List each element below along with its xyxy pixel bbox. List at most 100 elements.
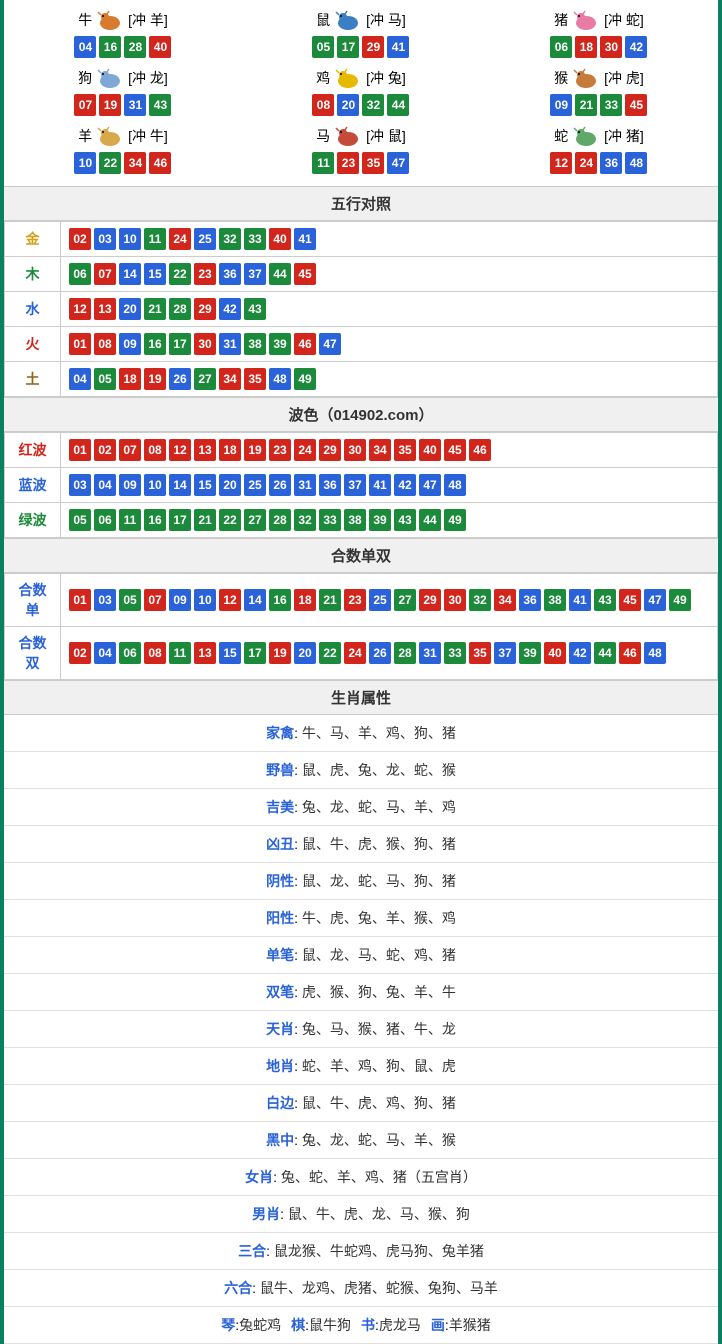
row-label: 木 xyxy=(5,257,61,292)
row-balls: 0204060811131517192022242628313335373940… xyxy=(61,627,718,680)
zodiac-clash: [冲 鼠] xyxy=(366,126,406,146)
number-ball: 11 xyxy=(119,509,141,531)
zodiac-name: 马 xyxy=(316,126,330,146)
attribute-row: 阳性: 牛、虎、兔、羊、猴、鸡 xyxy=(4,900,718,937)
number-ball: 15 xyxy=(219,642,241,664)
zodiac-cell: 猴[冲 虎]09213345 xyxy=(480,62,718,120)
number-ball: 05 xyxy=(119,589,141,611)
zodiac-head: 狗[冲 龙] xyxy=(78,66,168,90)
number-ball: 06 xyxy=(119,642,141,664)
number-ball: 38 xyxy=(344,509,366,531)
number-ball: 29 xyxy=(362,36,384,58)
number-ball: 36 xyxy=(600,152,622,174)
zodiac-cell: 鼠[冲 马]05172941 xyxy=(242,4,480,62)
zodiac-name: 鼠 xyxy=(316,10,330,30)
number-ball: 41 xyxy=(369,474,391,496)
zodiac-name: 猪 xyxy=(554,10,568,30)
attribute-label: 白边 xyxy=(266,1095,294,1111)
table-row: 水1213202128294243 xyxy=(5,292,718,327)
attribute-list: 家禽: 牛、马、羊、鸡、狗、猪野兽: 鼠、虎、兔、龙、蛇、猴吉美: 兔、龙、蛇、… xyxy=(4,715,718,1307)
number-ball: 33 xyxy=(244,228,266,250)
number-ball: 34 xyxy=(124,152,146,174)
wuxing-table: 金02031011242532334041木060714152223363744… xyxy=(4,221,718,397)
number-ball: 31 xyxy=(419,642,441,664)
number-ball: 14 xyxy=(169,474,191,496)
row-balls: 05061116172122272832333839434449 xyxy=(61,503,718,538)
number-ball: 26 xyxy=(369,642,391,664)
zodiac-cell: 羊[冲 牛]10223446 xyxy=(4,120,242,178)
number-ball: 45 xyxy=(444,439,466,461)
row-label: 绿波 xyxy=(5,503,61,538)
four-arts-value: 羊猴猪 xyxy=(449,1317,491,1333)
number-ball: 46 xyxy=(149,152,171,174)
number-ball: 10 xyxy=(194,589,216,611)
number-ball: 42 xyxy=(625,36,647,58)
ball-row: 1213202128294243 xyxy=(69,298,709,320)
attribute-row: 地肖: 蛇、羊、鸡、狗、鼠、虎 xyxy=(4,1048,718,1085)
number-ball: 35 xyxy=(244,368,266,390)
number-ball: 06 xyxy=(94,509,116,531)
zodiac-clash: [冲 龙] xyxy=(128,68,168,88)
number-ball: 22 xyxy=(99,152,121,174)
attribute-value: 鼠、牛、虎、鸡、狗、猪 xyxy=(302,1095,456,1111)
number-ball: 33 xyxy=(444,642,466,664)
attribute-row: 单笔: 鼠、龙、马、蛇、鸡、猪 xyxy=(4,937,718,974)
attribute-label: 男肖 xyxy=(252,1206,280,1222)
number-ball: 18 xyxy=(294,589,316,611)
number-ball: 40 xyxy=(544,642,566,664)
attribute-label: 女肖 xyxy=(245,1169,273,1185)
number-ball: 03 xyxy=(69,474,91,496)
number-ball: 28 xyxy=(169,298,191,320)
number-ball: 44 xyxy=(387,94,409,116)
number-ball: 46 xyxy=(469,439,491,461)
number-ball: 16 xyxy=(144,333,166,355)
ball-row: 0108091617303138394647 xyxy=(69,333,709,355)
four-arts-label: 棋 xyxy=(291,1317,305,1333)
attribute-row: 三合: 鼠龙猴、牛蛇鸡、虎马狗、兔羊猪 xyxy=(4,1233,718,1270)
four-arts-label: 画 xyxy=(431,1317,445,1333)
number-ball: 25 xyxy=(194,228,216,250)
row-label: 火 xyxy=(5,327,61,362)
number-ball: 26 xyxy=(269,474,291,496)
zodiac-cell: 蛇[冲 猪]12243648 xyxy=(480,120,718,178)
number-ball: 17 xyxy=(337,36,359,58)
number-ball: 43 xyxy=(149,94,171,116)
number-ball: 13 xyxy=(94,298,116,320)
number-ball: 10 xyxy=(119,228,141,250)
number-ball: 06 xyxy=(69,263,91,285)
number-ball: 36 xyxy=(219,263,241,285)
four-arts-row: 琴:兔蛇鸡棋:鼠牛狗书:虎龙马画:羊猴猪 xyxy=(4,1307,718,1344)
number-ball: 39 xyxy=(519,642,541,664)
number-ball: 36 xyxy=(319,474,341,496)
attribute-row: 女肖: 兔、蛇、羊、鸡、猪（五宫肖） xyxy=(4,1159,718,1196)
number-ball: 42 xyxy=(219,298,241,320)
number-ball: 42 xyxy=(569,642,591,664)
number-ball: 01 xyxy=(69,589,91,611)
number-ball: 30 xyxy=(600,36,622,58)
snake-icon xyxy=(570,124,602,148)
number-ball: 19 xyxy=(244,439,266,461)
number-ball: 04 xyxy=(94,474,116,496)
section-header-shengxiao: 生肖属性 xyxy=(4,680,718,715)
number-ball: 27 xyxy=(194,368,216,390)
table-row: 火 0108091617303138394647 xyxy=(5,327,718,362)
row-label: 红波 xyxy=(5,433,61,468)
attribute-value: 鼠、龙、马、蛇、鸡、猪 xyxy=(302,947,456,963)
number-ball: 03 xyxy=(94,228,116,250)
table-row: 金02031011242532334041 xyxy=(5,222,718,257)
number-ball: 32 xyxy=(469,589,491,611)
zodiac-name: 鸡 xyxy=(316,68,330,88)
attribute-value: 牛、虎、兔、羊、猴、鸡 xyxy=(302,910,456,926)
number-ball: 49 xyxy=(669,589,691,611)
row-balls: 03040910141520252631363741424748 xyxy=(61,468,718,503)
attribute-value: 兔、马、猴、猪、牛、龙 xyxy=(302,1021,456,1037)
attribute-label: 凶丑 xyxy=(266,836,294,852)
number-ball: 29 xyxy=(194,298,216,320)
ball-row: 04051819262734354849 xyxy=(69,368,709,390)
number-ball: 10 xyxy=(74,152,96,174)
number-ball: 11 xyxy=(312,152,334,174)
number-ball: 41 xyxy=(569,589,591,611)
section-header-heshu: 合数单双 xyxy=(4,538,718,573)
number-ball: 40 xyxy=(269,228,291,250)
number-ball: 32 xyxy=(362,94,384,116)
